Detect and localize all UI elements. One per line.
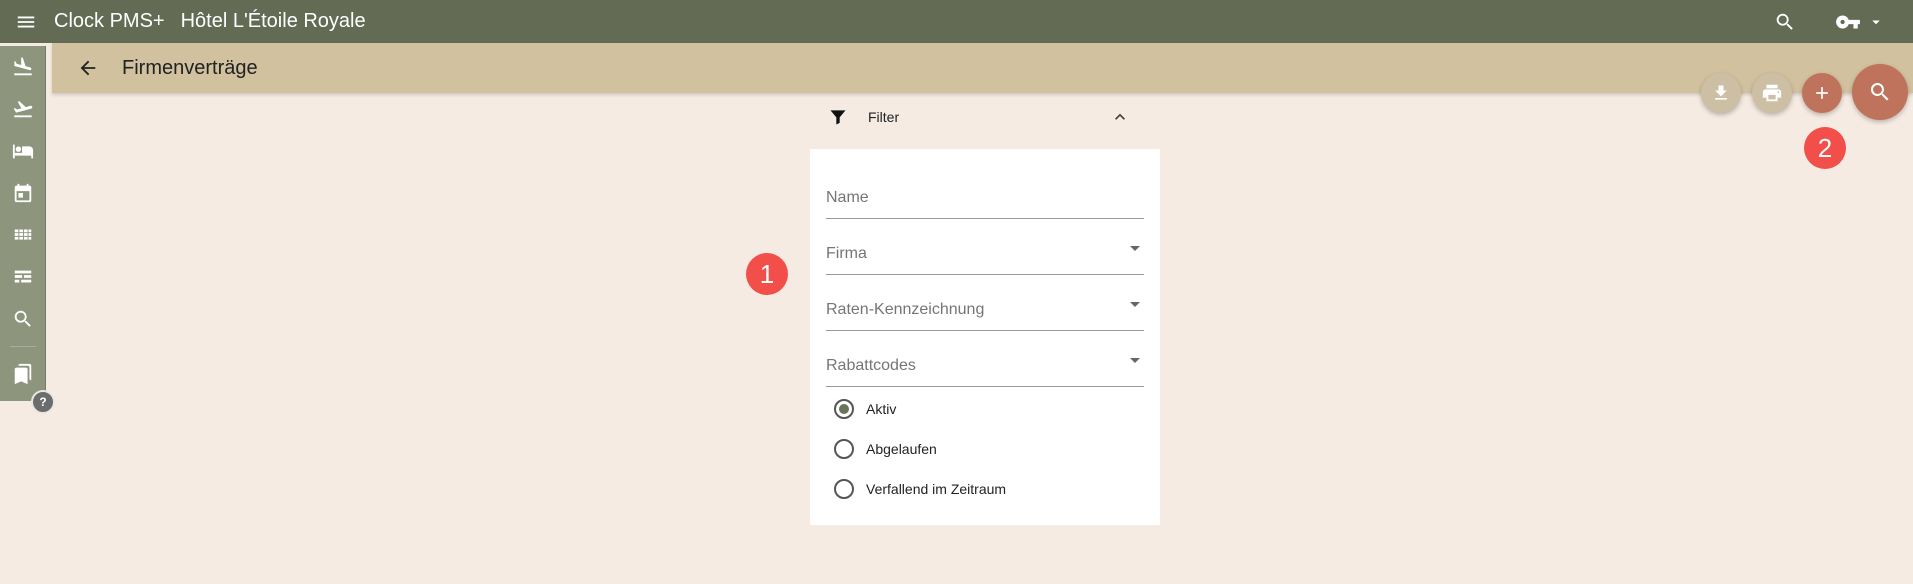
download-icon bbox=[1715, 85, 1727, 100]
radio-aktiv[interactable]: Aktiv bbox=[834, 397, 896, 421]
rabattcodes-select[interactable]: Rabattcodes bbox=[826, 331, 1144, 387]
dropdown-arrow-icon bbox=[1130, 246, 1140, 251]
nav-table[interactable] bbox=[0, 256, 46, 298]
filter-icon bbox=[826, 105, 850, 129]
filter-toggle[interactable]: Filter bbox=[810, 97, 1148, 137]
radio-button[interactable] bbox=[834, 479, 854, 499]
side-navigation bbox=[0, 46, 46, 401]
grid-icon bbox=[14, 229, 32, 240]
nav-rooms[interactable] bbox=[0, 130, 46, 172]
arrow-back-icon bbox=[80, 60, 96, 76]
nav-departures[interactable] bbox=[0, 88, 46, 130]
add-button[interactable] bbox=[1802, 73, 1842, 113]
radio-button-checked[interactable] bbox=[834, 399, 854, 419]
nav-grid[interactable] bbox=[0, 214, 46, 256]
bed-icon bbox=[12, 144, 34, 159]
nav-calendar[interactable] bbox=[0, 172, 46, 214]
download-button[interactable] bbox=[1701, 73, 1741, 113]
radio-abgelaufen[interactable]: Abgelaufen bbox=[834, 437, 937, 461]
bookmark-icon bbox=[14, 363, 32, 385]
flight-takeoff-icon bbox=[13, 101, 33, 118]
chevron-up-icon bbox=[1108, 105, 1132, 129]
top-app-bar: Clock PMS+ Hôtel L'Étoile Royale bbox=[0, 0, 1913, 43]
caret-down-icon bbox=[1872, 20, 1880, 24]
dropdown-arrow-icon bbox=[1130, 302, 1140, 307]
firma-select-label: Firma bbox=[826, 245, 867, 262]
search-icon bbox=[1776, 13, 1793, 30]
table-icon bbox=[14, 270, 32, 283]
nav-arrivals[interactable] bbox=[0, 46, 46, 88]
annotation-marker-1: 1 bbox=[746, 253, 788, 295]
back-button[interactable] bbox=[68, 48, 108, 88]
user-key-menu[interactable] bbox=[1835, 9, 1885, 35]
radio-verfallend[interactable]: Verfallend im Zeitraum bbox=[834, 477, 1006, 501]
raten-select-label: Raten-Kennzeichnung bbox=[826, 301, 985, 318]
nav-divider bbox=[9, 346, 36, 347]
add-icon bbox=[1816, 87, 1828, 99]
nav-search[interactable] bbox=[0, 298, 46, 340]
print-icon bbox=[1762, 84, 1782, 102]
global-search-button[interactable] bbox=[1765, 2, 1805, 42]
search-icon bbox=[14, 310, 31, 327]
hotel-name: Hôtel L'Étoile Royale bbox=[180, 10, 366, 32]
radio-aktiv-label: Aktiv bbox=[866, 401, 897, 417]
radio-verfallend-label: Verfallend im Zeitraum bbox=[866, 481, 1007, 497]
rabatt-select-label: Rabattcodes bbox=[826, 357, 916, 374]
print-button[interactable] bbox=[1752, 73, 1792, 113]
dropdown-arrow-icon bbox=[1130, 358, 1140, 363]
flight-land-icon bbox=[14, 57, 32, 76]
name-field-label: Name bbox=[826, 189, 869, 206]
search-icon bbox=[1870, 83, 1889, 101]
annotation-marker-2: 2 bbox=[1804, 127, 1846, 169]
name-field[interactable]: Name bbox=[826, 163, 1144, 219]
firma-select[interactable]: Firma bbox=[826, 219, 1144, 275]
radio-abgelaufen-label: Abgelaufen bbox=[866, 441, 937, 457]
page-header: Firmenverträge bbox=[52, 43, 1913, 93]
filter-title: Filter bbox=[868, 109, 900, 125]
radio-button[interactable] bbox=[834, 439, 854, 459]
filter-panel: Name Firma Raten-Kennzeichnung Rabattcod… bbox=[810, 149, 1160, 525]
raten-kennzeichnung-select[interactable]: Raten-Kennzeichnung bbox=[826, 275, 1144, 331]
menu-button[interactable] bbox=[0, 0, 52, 43]
search-fab-button[interactable] bbox=[1852, 64, 1908, 120]
help-button[interactable]: ? bbox=[31, 390, 55, 414]
key-icon bbox=[1836, 15, 1860, 28]
app-title: Clock PMS+ bbox=[54, 10, 165, 32]
menu-icon bbox=[17, 16, 35, 27]
nav-bookmarks[interactable] bbox=[0, 353, 46, 395]
calendar-icon bbox=[14, 183, 32, 203]
page-title: Firmenverträge bbox=[122, 56, 258, 79]
